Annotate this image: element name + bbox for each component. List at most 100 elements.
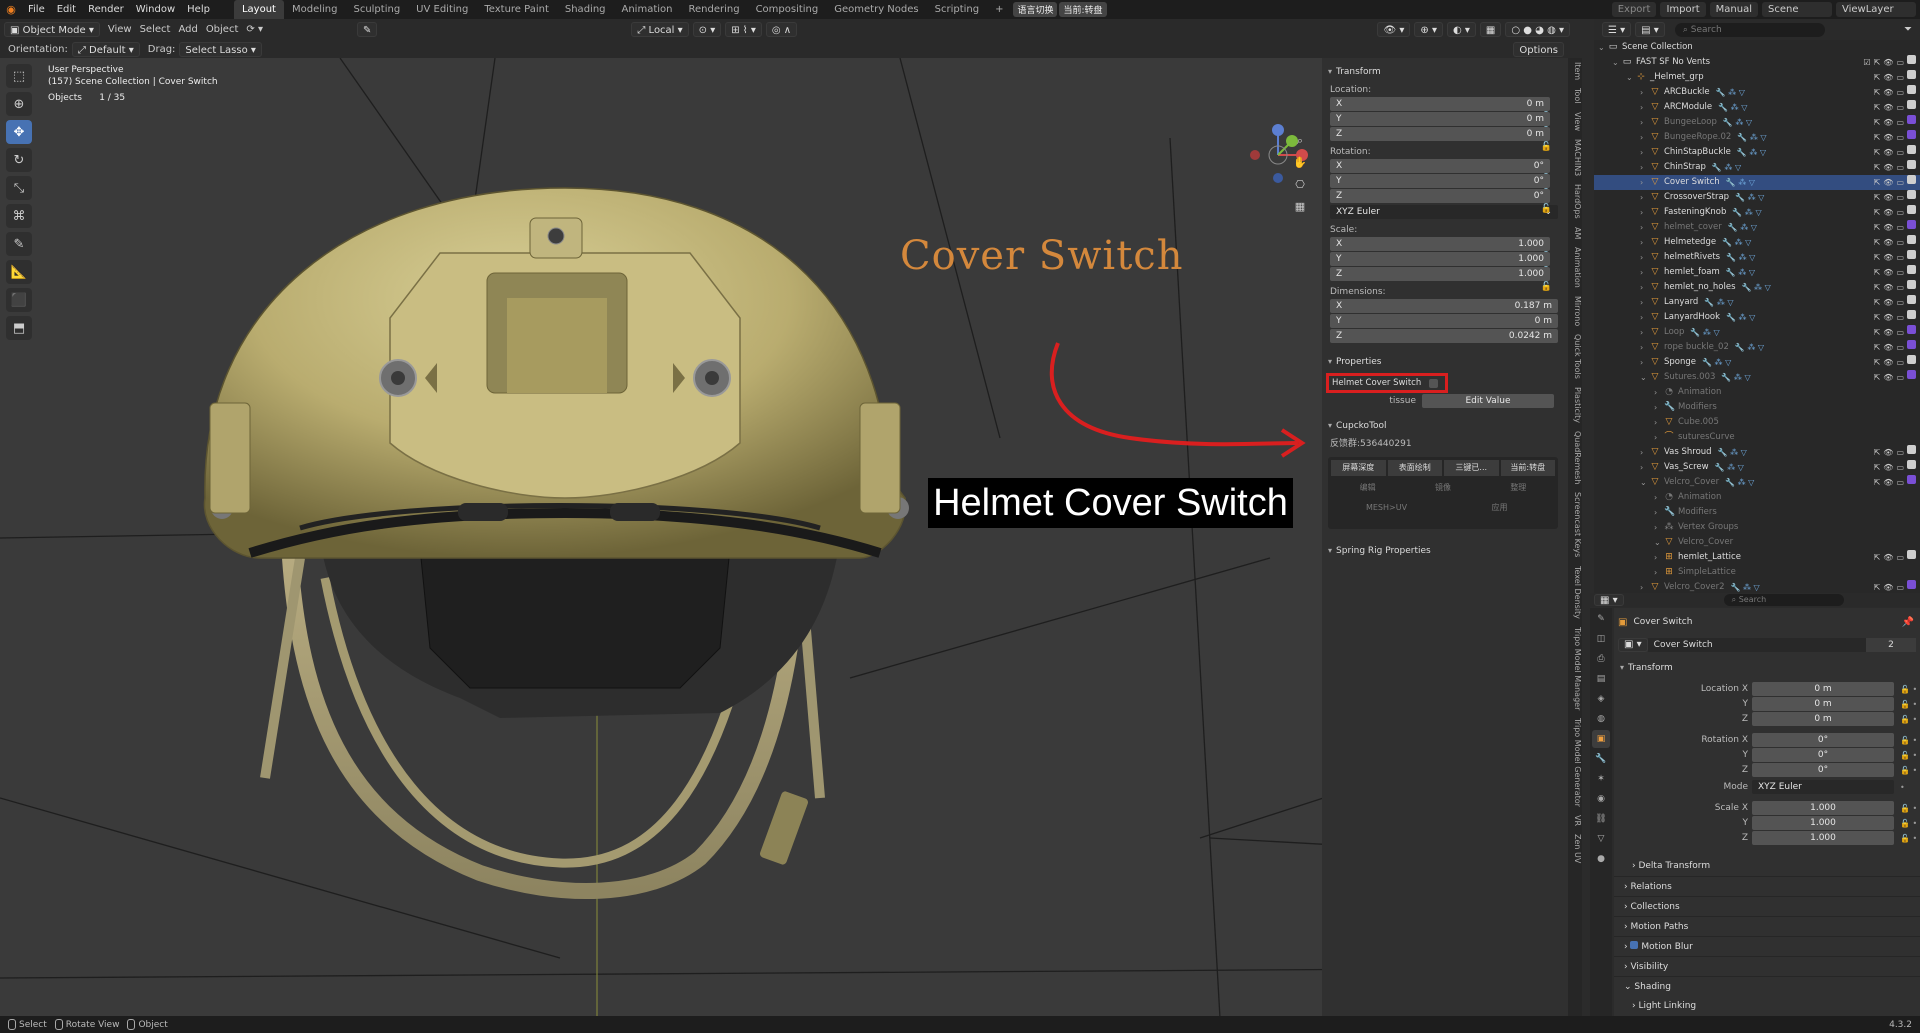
holdout-icon[interactable] [1907, 550, 1916, 559]
tab-animation[interactable]: Animation [614, 0, 681, 19]
render-icon[interactable]: ▭ [1896, 460, 1904, 475]
outliner-row[interactable]: › ▽ Sponge 🔧 ⁂ ▽ ⇱ 👁 ▭ [1594, 355, 1920, 370]
rotation-z-field[interactable]: Z 0° [1330, 189, 1550, 203]
holdout-icon[interactable] [1907, 145, 1916, 154]
edit-value-button[interactable]: Edit Value [1422, 394, 1554, 408]
material-tab-icon[interactable]: ● [1592, 850, 1610, 868]
holdout-icon[interactable] [1907, 280, 1916, 289]
prop-location-y[interactable]: 0 m [1752, 697, 1894, 711]
turntable-button[interactable]: 当前:转盘 [1500, 460, 1555, 476]
annotate-tool-icon[interactable]: ✎ [6, 232, 32, 256]
editor-type-icon[interactable]: ☰ ▾ [1602, 22, 1632, 37]
outliner-row[interactable]: › ▽ FasteningKnob 🔧 ⁂ ▽ ⇱ 👁 ▭ [1594, 205, 1920, 220]
transform-tool-icon[interactable]: ⌘ [6, 204, 32, 228]
tab-texture-paint[interactable]: Texture Paint [476, 0, 557, 19]
selectable-icon[interactable]: ⇱ [1874, 85, 1881, 100]
render-icon[interactable]: ▭ [1896, 250, 1904, 265]
expand-arrow-icon[interactable]: › [1640, 205, 1650, 220]
expand-arrow-icon[interactable]: › [1640, 115, 1650, 130]
outliner-row[interactable]: › ⌒ suturesCurve [1594, 430, 1920, 445]
expand-arrow-icon[interactable]: › [1654, 505, 1664, 520]
orientation-selector[interactable]: ⤢ Default ▾ [71, 41, 140, 57]
scale-z-field[interactable]: Z 1.000 [1330, 267, 1550, 281]
helmet-cover-switch-property[interactable]: Helmet Cover Switch [1326, 373, 1448, 393]
view-menu[interactable]: View [108, 24, 132, 35]
expand-arrow-icon[interactable]: › [1640, 355, 1650, 370]
view-layer-selector[interactable]: ViewLayer [1836, 2, 1916, 17]
eye-icon[interactable]: 👁 [1883, 445, 1893, 460]
render-icon[interactable]: ▭ [1896, 370, 1904, 385]
holdout-icon[interactable] [1907, 70, 1916, 79]
render-icon[interactable]: ▭ [1896, 295, 1904, 310]
tab-geometry-nodes[interactable]: Geometry Nodes [826, 0, 926, 19]
selectable-icon[interactable]: ⇱ [1874, 70, 1881, 85]
user-count[interactable]: 2 [1866, 638, 1916, 652]
shading-mode-icons[interactable]: ○ ● ◕ ◍ ▾ [1505, 22, 1570, 37]
drag-selector[interactable]: Select Lasso ▾ [179, 41, 262, 57]
motion-blur-section[interactable]: › Motion Blur [1614, 936, 1920, 956]
prop-rotation-x[interactable]: 0° [1752, 733, 1894, 747]
menu-edit[interactable]: Edit [51, 0, 82, 19]
eye-icon[interactable]: 👁 [1883, 70, 1893, 85]
eye-icon[interactable]: 👁 [1883, 265, 1893, 280]
tab-quick-tools[interactable]: Quick Tools [1568, 330, 1582, 383]
holdout-icon[interactable] [1907, 220, 1916, 229]
prop-rotation-mode[interactable]: XYZ Euler [1752, 780, 1894, 794]
expand-arrow-icon[interactable]: › [1640, 445, 1650, 460]
render-icon[interactable]: ▭ [1896, 340, 1904, 355]
particles-tab-icon[interactable]: ✶ [1592, 770, 1610, 788]
expand-arrow-icon[interactable]: › [1654, 430, 1664, 445]
shading-section[interactable]: ⌄ Shading [1614, 976, 1920, 996]
holdout-icon[interactable] [1907, 55, 1916, 64]
apply-button[interactable]: 应用 [1444, 500, 1555, 516]
tab-mirrono[interactable]: Mirrono [1568, 292, 1582, 330]
outliner-row[interactable]: › ▽ Cube.005 [1594, 415, 1920, 430]
motion-paths-section[interactable]: › Motion Paths [1614, 916, 1920, 936]
pan-hand-icon[interactable]: ✋ [1290, 152, 1310, 174]
tab-tool[interactable]: Tool [1568, 84, 1582, 108]
render-icon[interactable]: ▭ [1896, 550, 1904, 565]
grid-icon[interactable]: ▦ [1290, 196, 1310, 218]
expand-arrow-icon[interactable]: ⌄ [1654, 535, 1664, 550]
expand-arrow-icon[interactable]: › [1654, 565, 1664, 580]
outliner-row[interactable]: ⌄ ▽ Sutures.003 🔧 ⁂ ▽ ⇱ 👁 ▭ [1594, 370, 1920, 385]
render-icon[interactable]: ▭ [1896, 100, 1904, 115]
selectable-icon[interactable]: ⇱ [1874, 100, 1881, 115]
expand-arrow-icon[interactable]: › [1640, 175, 1650, 190]
expand-arrow-icon[interactable]: › [1640, 160, 1650, 175]
location-x-field[interactable]: X0 m [1330, 97, 1550, 111]
render-tab-icon[interactable]: ◫ [1592, 630, 1610, 648]
render-icon[interactable]: ▭ [1896, 130, 1904, 145]
view-layer-tab-icon[interactable]: ▤ [1592, 670, 1610, 688]
overlay-icon[interactable]: ◐ ▾ [1446, 22, 1476, 37]
outliner-row[interactable]: › ▽ Loop 🔧 ⁂ ▽ ⇱ 👁 ▭ [1594, 325, 1920, 340]
outliner-row[interactable]: › ⊞ hemlet_Lattice ⇱ 👁 ▭ [1594, 550, 1920, 565]
cupckotool-panel-header[interactable]: ▾ CupckoTool [1322, 418, 1568, 434]
eye-icon[interactable]: 👁 [1883, 190, 1893, 205]
outliner-row[interactable]: › ◔ Animation [1594, 490, 1920, 505]
selectable-icon[interactable]: ⇱ [1874, 550, 1881, 565]
dimensions-y-field[interactable]: Y0 m [1330, 314, 1558, 328]
prop-rotation-y[interactable]: 0° [1752, 748, 1894, 762]
tool-tab-icon[interactable]: ✎ [1592, 610, 1610, 628]
eye-icon[interactable]: 👁 [1883, 85, 1893, 100]
tab-am[interactable]: AM [1568, 223, 1582, 243]
holdout-icon[interactable] [1907, 445, 1916, 454]
scale-tool-icon[interactable]: ⤡ [6, 176, 32, 200]
eye-icon[interactable]: 👁 [1883, 100, 1893, 115]
tab-quadremesh[interactable]: QuadRemesh [1568, 427, 1582, 488]
outliner-row[interactable]: › ▽ rope buckle_02 🔧 ⁂ ▽ ⇱ 👁 ▭ [1594, 340, 1920, 355]
mesh-to-uv-button[interactable]: MESH>UV [1331, 500, 1442, 516]
expand-arrow-icon[interactable]: › [1640, 280, 1650, 295]
tab-item[interactable]: Item [1568, 58, 1582, 84]
selectable-icon[interactable]: ⇱ [1874, 145, 1881, 160]
scale-x-field[interactable]: X 1.000 [1330, 237, 1550, 251]
prop-scale-x[interactable]: 1.000 [1752, 801, 1894, 815]
datablock-name-field[interactable]: Cover Switch [1647, 638, 1866, 652]
selectable-icon[interactable]: ⇱ [1874, 355, 1881, 370]
measure-tool-icon[interactable]: 📐 [6, 260, 32, 284]
menu-render[interactable]: Render [82, 0, 130, 19]
render-icon[interactable]: ▭ [1896, 220, 1904, 235]
eye-icon[interactable]: 👁 [1883, 235, 1893, 250]
expand-arrow-icon[interactable]: › [1640, 145, 1650, 160]
